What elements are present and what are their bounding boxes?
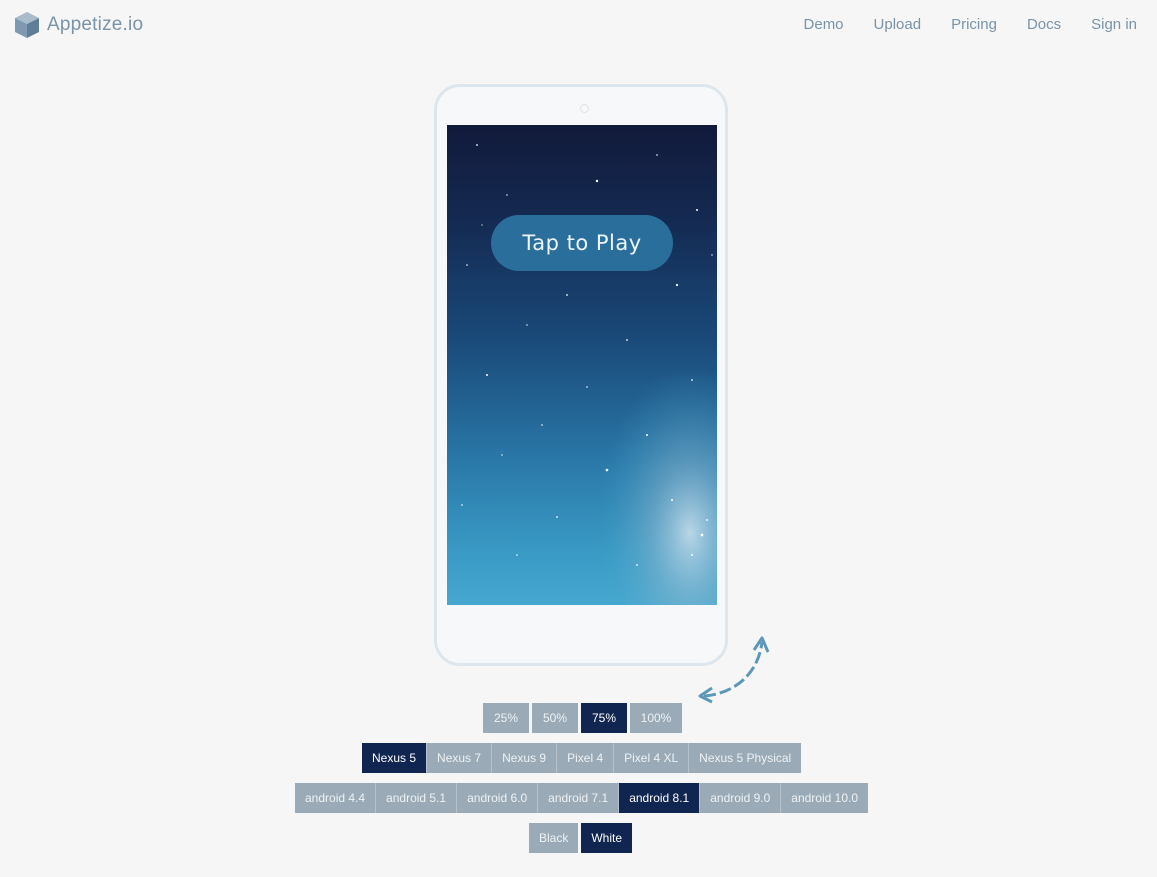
zoom-25[interactable]: 25% [483,703,529,733]
os-android-5-1[interactable]: android 5.1 [376,783,458,813]
tap-to-play-button[interactable]: Tap to Play [491,215,673,271]
os-android-7-1[interactable]: android 7.1 [538,783,620,813]
device-nexus-5-physical[interactable]: Nexus 5 Physical [689,743,802,773]
os-android-4-4[interactable]: android 4.4 [295,783,377,813]
device-screen[interactable]: Tap to Play [447,125,717,605]
zoom-100[interactable]: 100% [630,703,682,733]
os-android-9-0[interactable]: android 9.0 [700,783,782,813]
color-white[interactable]: White [581,823,633,853]
zoom-50[interactable]: 50% [532,703,578,733]
device-frame: Tap to Play [434,84,728,666]
device-pixel-4[interactable]: Pixel 4 [557,743,615,773]
top-nav: Demo Upload Pricing Docs Sign in [804,16,1137,33]
nav-upload[interactable]: Upload [874,16,922,33]
device-nexus-7[interactable]: Nexus 7 [427,743,493,773]
color-black[interactable]: Black [529,823,579,853]
os-android-8-1[interactable]: android 8.1 [619,783,701,813]
device-color-selector: Black White [529,823,633,853]
zoom-selector: 25% 50% 75% 100% [483,703,682,733]
os-android-6-0[interactable]: android 6.0 [457,783,539,813]
logo[interactable]: Appetize.io [13,10,143,40]
rotate-device-icon[interactable] [692,632,772,708]
logo-text: Appetize.io [47,14,144,35]
nav-sign-in[interactable]: Sign in [1091,16,1137,33]
device-nexus-5[interactable]: Nexus 5 [362,743,428,773]
starfield-background [447,125,717,605]
device-selector: Nexus 5 Nexus 7 Nexus 9 Pixel 4 Pixel 4 … [362,743,802,773]
nav-pricing[interactable]: Pricing [951,16,997,33]
zoom-75[interactable]: 75% [581,703,627,733]
cube-logo-icon [15,12,39,38]
nav-docs[interactable]: Docs [1027,16,1061,33]
os-version-selector: android 4.4 android 5.1 android 6.0 andr… [295,783,869,813]
device-pixel-4-xl[interactable]: Pixel 4 XL [614,743,690,773]
os-android-10-0[interactable]: android 10.0 [781,783,869,813]
camera-icon [580,104,589,113]
nav-demo[interactable]: Demo [804,16,844,33]
device-nexus-9[interactable]: Nexus 9 [492,743,558,773]
